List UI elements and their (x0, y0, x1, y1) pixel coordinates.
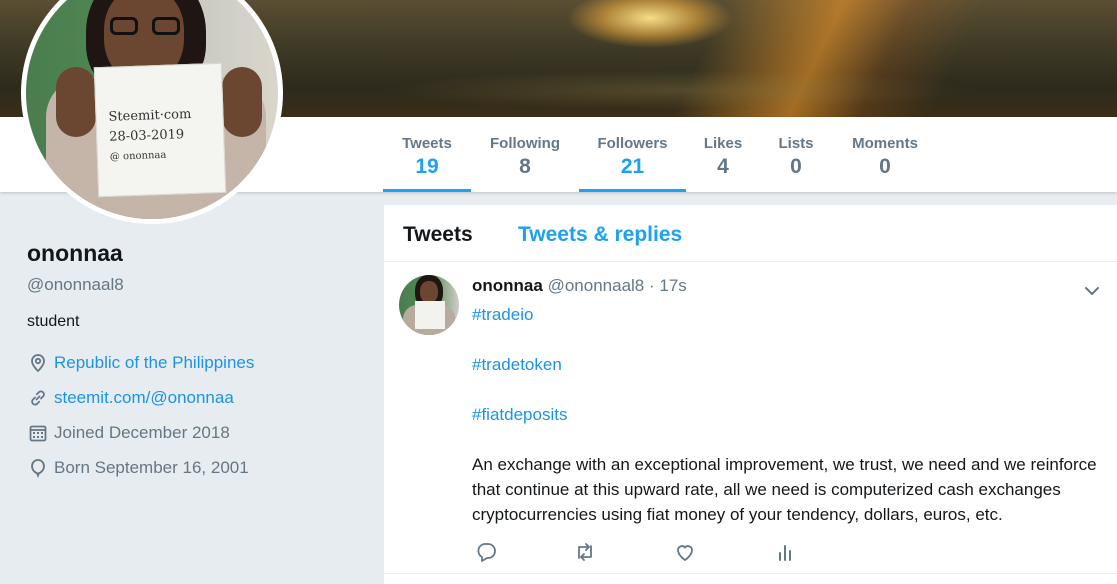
nav-lists-count: 0 (790, 155, 802, 178)
tweet-body-text: An exchange with an exceptional improvem… (472, 455, 1097, 524)
tab-tweets-replies[interactable]: Tweets & replies (518, 223, 682, 247)
tweet-header: ononnaa @ononnaal8 · 17s (472, 276, 687, 296)
nav-lists[interactable]: Lists 0 (772, 117, 820, 192)
nav-tweets-count: 19 (415, 155, 439, 178)
tweet-author-name[interactable]: ononnaa (472, 276, 543, 295)
profile-handle: @ononnaal8 (27, 275, 124, 294)
nav-moments-count: 0 (879, 155, 891, 178)
nav-tweets[interactable]: Tweets 19 (383, 117, 471, 192)
tab-tweets[interactable]: Tweets (403, 223, 473, 247)
calendar-icon (27, 422, 49, 444)
profile-born-row: Born September 16, 2001 (27, 450, 367, 485)
hashtag-link[interactable]: #fiatdeposits (472, 402, 567, 427)
profile-born: Born September 16, 2001 (54, 457, 249, 477)
avatar-photo: Steemit·com 28-03-2019 @ ononnaa (26, 0, 278, 219)
profile-website-row: steemit.com/@ononnaa (27, 380, 367, 415)
nav-following-label: Following (490, 135, 560, 152)
nav-likes[interactable]: Likes 4 (698, 117, 748, 192)
avatar-sign-paper: Steemit·com 28-03-2019 @ ononnaa (93, 62, 227, 198)
retweet-icon[interactable] (573, 540, 597, 564)
profile-website-link[interactable]: steemit.com/@ononnaa (54, 388, 234, 408)
profile-joined-row: Joined December 2018 (27, 415, 367, 450)
tweet-avatar[interactable] (399, 275, 459, 335)
nav-lists-label: Lists (778, 135, 814, 152)
nav-moments[interactable]: Moments 0 (846, 117, 924, 192)
nav-following-count: 8 (519, 155, 531, 178)
profile-joined: Joined December 2018 (54, 422, 230, 442)
profile-location[interactable]: Republic of the Philippines (54, 353, 254, 373)
nav-tweets-label: Tweets (402, 135, 452, 152)
hashtag-link[interactable]: #tradeio (472, 302, 533, 327)
tweet-item[interactable]: ononnaa @ononnaal8 · 17s #tradeio #trade… (384, 262, 1117, 574)
reply-icon[interactable] (474, 540, 498, 564)
analytics-icon[interactable] (773, 540, 797, 564)
timeline: Tweets Tweets & replies ononnaa @ononnaa… (384, 205, 1117, 584)
avatar-sign-line3: @ ononnaa (109, 149, 167, 163)
tweet-author-handle[interactable]: @ononnaal8 (548, 276, 645, 295)
profile-location-row: Republic of the Philippines (27, 345, 367, 380)
profile-name[interactable]: ononnaa (27, 240, 367, 267)
like-icon[interactable] (673, 540, 697, 564)
nav-followers-count: 21 (620, 155, 645, 178)
profile-avatar[interactable]: Steemit·com 28-03-2019 @ ononnaa (21, 0, 283, 224)
nav-likes-label: Likes (703, 135, 743, 152)
nav-following[interactable]: Following 8 (482, 117, 568, 192)
tweet-timestamp[interactable]: · 17s (649, 276, 687, 295)
nav-followers-label: Followers (597, 135, 668, 152)
tweet-text: #tradeio #tradetoken #fiatdeposits An ex… (472, 302, 1112, 527)
profile-bio: student (27, 313, 80, 330)
nav-likes-count: 4 (717, 155, 729, 178)
timeline-tabs: Tweets Tweets & replies (384, 205, 1117, 262)
location-icon (27, 352, 49, 374)
profile-card: ononnaa @ononnaal8 student Republic of t… (27, 240, 367, 485)
balloon-icon (27, 457, 49, 479)
hashtag-link[interactable]: #tradetoken (472, 352, 562, 377)
chevron-down-icon[interactable] (1081, 280, 1103, 302)
nav-moments-label: Moments (852, 135, 918, 152)
link-icon (27, 387, 49, 409)
nav-followers[interactable]: Followers 21 (579, 117, 686, 192)
profile-meta: Republic of the Philippines steemit.com/… (27, 345, 367, 485)
